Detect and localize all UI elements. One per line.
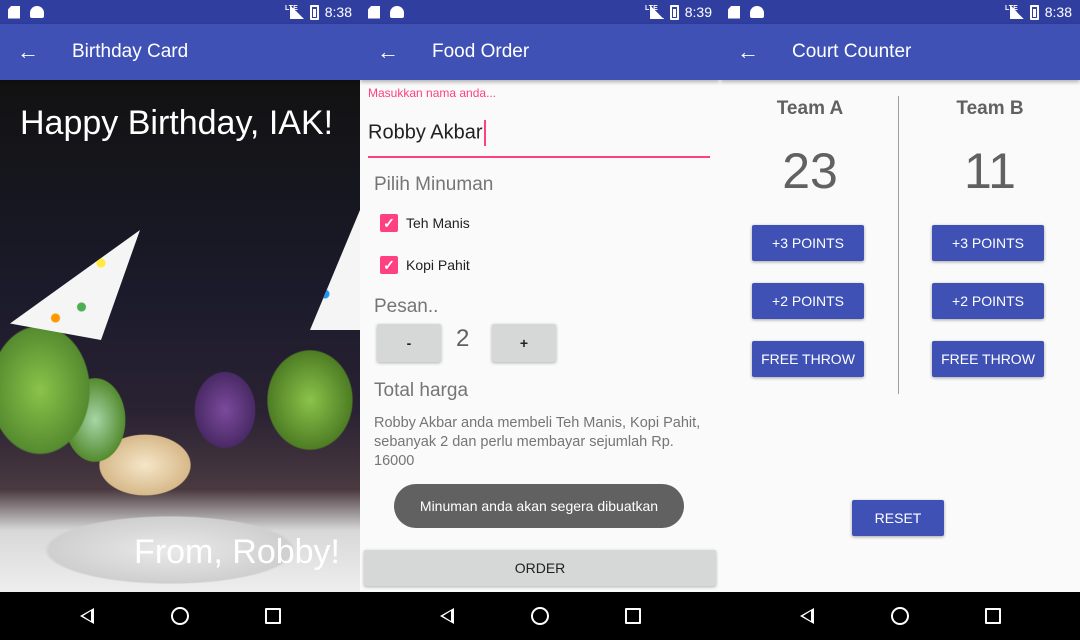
nav-back-button[interactable] (67, 596, 107, 636)
nav-home-button[interactable] (520, 596, 560, 636)
team-a-free-throw-button[interactable]: FREE THROW (752, 341, 864, 377)
quantity-value: 2 (456, 325, 470, 352)
back-arrow-icon[interactable]: ← (16, 39, 40, 64)
sd-card-icon (728, 5, 740, 19)
greeting-text: Happy Birthday, IAK! (20, 104, 334, 142)
screens: LTE 8:38 ← Birthday Card Happy Birthday,… (0, 0, 1080, 640)
increment-button[interactable]: + (492, 324, 556, 362)
triangle-back-icon (799, 608, 814, 624)
app-bar: ← Court Counter (720, 24, 1080, 80)
nav-back-button[interactable] (787, 596, 827, 636)
court-counter: Team A 23 +3 POINTS +2 POINTS FREE THROW… (720, 80, 1080, 592)
square-recents-icon (625, 608, 642, 624)
order-summary: Robby Akbar anda membeli Teh Manis, Kopi… (374, 415, 701, 469)
team-b-name: Team B (956, 98, 1024, 119)
team-b-panel: Team B 11 +3 POINTS +2 POINTS FREE THROW (900, 80, 1080, 400)
status-time: 8:38 (1044, 4, 1072, 20)
lte-label: LTE (285, 4, 298, 12)
square-recents-icon (265, 608, 282, 624)
nav-home-button[interactable] (160, 596, 200, 636)
app-bar: ← Food Order (360, 24, 720, 80)
team-a-plus-two-button[interactable]: +2 POINTS (752, 283, 864, 319)
team-a-panel: Team A 23 +3 POINTS +2 POINTS FREE THROW (720, 80, 900, 400)
android-icon (750, 6, 764, 18)
circle-home-icon (530, 607, 549, 625)
team-b-plus-three-button[interactable]: +3 POINTS (932, 225, 1044, 261)
nav-home-button[interactable] (880, 596, 920, 636)
app-title: Food Order (432, 41, 530, 62)
phone-birthday-card: LTE 8:38 ← Birthday Card Happy Birthday,… (0, 0, 360, 640)
sd-card-icon (8, 5, 20, 19)
lte-label: LTE (645, 4, 658, 12)
triangle-back-icon (79, 608, 94, 624)
party-hat-image (310, 210, 360, 330)
nav-bar (360, 592, 720, 640)
battery-icon (1029, 4, 1039, 20)
from-text: From, Robby! (134, 533, 340, 571)
name-input-value: Robby Akbar (368, 121, 483, 144)
circle-home-icon (170, 607, 189, 625)
nav-bar (0, 592, 360, 640)
nav-recents-button[interactable] (613, 596, 653, 636)
battery-icon (309, 4, 319, 20)
battery-icon (669, 4, 679, 20)
phone-court-counter: LTE 8:38 ← Court Counter Team A 23 +3 PO… (720, 0, 1080, 640)
nav-bar (720, 592, 1080, 640)
total-heading: Total harga (374, 380, 469, 401)
team-b-free-throw-button[interactable]: FREE THROW (932, 341, 1044, 377)
checkbox-label: Teh Manis (406, 215, 470, 231)
drinks-heading: Pilih Minuman (374, 174, 494, 195)
team-a-plus-three-button[interactable]: +3 POINTS (752, 225, 864, 261)
status-bar: LTE 8:39 (360, 0, 720, 24)
quantity-heading: Pesan.. (374, 296, 439, 317)
square-recents-icon (985, 608, 1002, 624)
status-bar: LTE 8:38 (720, 0, 1080, 24)
nav-recents-button[interactable] (253, 596, 293, 636)
team-b-plus-two-button[interactable]: +2 POINTS (932, 283, 1044, 319)
name-field-hint: Masukkan nama anda... (368, 86, 497, 100)
checkbox-checked-icon: ✓ (380, 256, 398, 274)
sd-card-icon (368, 5, 380, 19)
circle-home-icon (890, 607, 909, 625)
app-title: Court Counter (792, 41, 912, 62)
party-hat-image (10, 230, 140, 340)
status-time: 8:38 (324, 4, 352, 20)
android-icon (30, 6, 44, 18)
back-arrow-icon[interactable]: ← (736, 39, 760, 64)
checkbox-label: Kopi Pahit (406, 257, 470, 273)
team-b-score: 11 (964, 143, 1016, 199)
decrement-button[interactable]: - (377, 324, 441, 362)
birthday-photo: Happy Birthday, IAK! From, Robby! (0, 80, 360, 592)
drink-checkbox-kopi-pahit[interactable]: ✓ Kopi Pahit (380, 256, 470, 274)
lte-label: LTE (1005, 4, 1018, 12)
back-arrow-icon[interactable]: ← (376, 39, 400, 64)
team-divider (898, 96, 899, 394)
status-time: 8:39 (684, 4, 712, 20)
name-input[interactable]: Robby Akbar (368, 116, 710, 158)
drink-checkbox-teh-manis[interactable]: ✓ Teh Manis (380, 214, 470, 232)
phone-food-order: LTE 8:39 ← Food Order Masukkan nama anda… (360, 0, 720, 640)
status-bar: LTE 8:38 (0, 0, 360, 24)
android-icon (390, 6, 404, 18)
reset-button[interactable]: RESET (852, 500, 944, 536)
nav-recents-button[interactable] (973, 596, 1013, 636)
triangle-back-icon (439, 608, 454, 624)
checkbox-checked-icon: ✓ (380, 214, 398, 232)
text-caret (483, 120, 486, 146)
app-bar: ← Birthday Card (0, 24, 360, 80)
food-order-form: Masukkan nama anda... Robby Akbar Pilih … (360, 80, 720, 592)
toast-message: Minuman anda akan segera dibuatkan (394, 484, 684, 528)
order-button[interactable]: ORDER (364, 550, 716, 586)
app-title: Birthday Card (72, 41, 189, 62)
nav-back-button[interactable] (427, 596, 467, 636)
team-a-score: 23 (782, 143, 838, 199)
team-a-name: Team A (776, 98, 844, 119)
